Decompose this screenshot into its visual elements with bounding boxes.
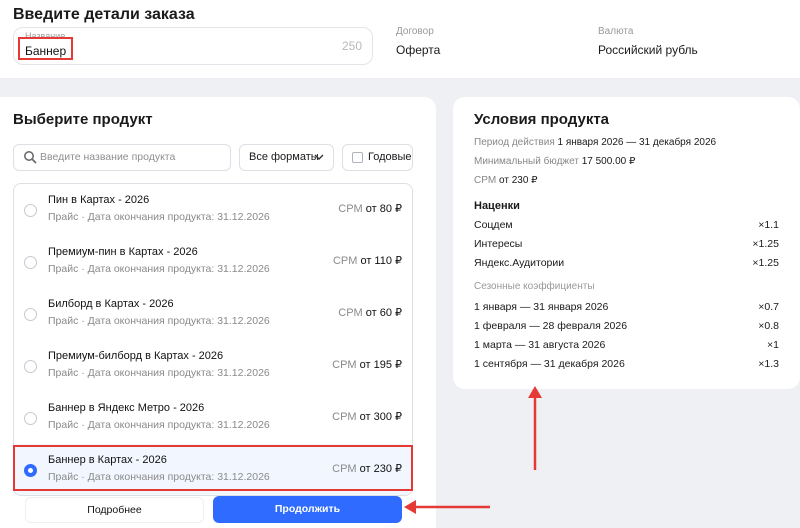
annotation-arrows bbox=[404, 386, 542, 514]
arrow-up-head-icon bbox=[528, 386, 542, 398]
arrow-left-head-icon bbox=[404, 500, 416, 514]
